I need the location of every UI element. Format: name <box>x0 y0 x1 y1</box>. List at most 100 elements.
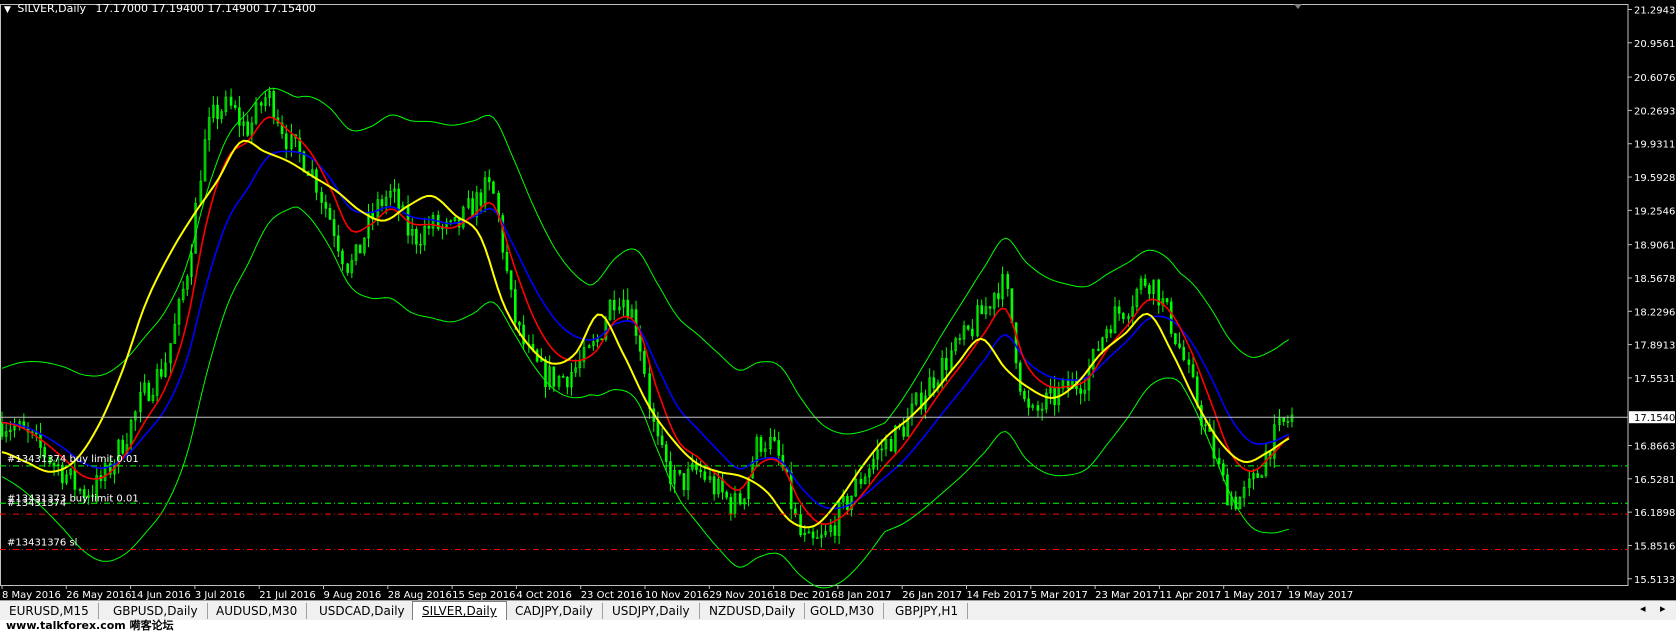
candle-body <box>1122 313 1125 320</box>
plot-frame <box>0 4 1629 586</box>
candle-body <box>233 105 237 108</box>
candle-body <box>682 473 686 490</box>
candle-body <box>1143 278 1147 286</box>
candle-body <box>1097 348 1100 351</box>
candle-body <box>328 208 332 220</box>
y-tick-label: 19.93110 <box>1634 140 1676 151</box>
candle-body <box>1282 417 1285 422</box>
candle-body <box>284 133 288 150</box>
y-tick-label: 19.59285 <box>1634 173 1676 184</box>
x-tick-label: 28 Aug 2016 <box>388 590 452 600</box>
candle-body <box>773 437 776 441</box>
y-tick-label: 18.56785 <box>1634 274 1676 285</box>
candle-body <box>513 289 517 323</box>
candle-body <box>759 437 763 452</box>
x-tick-label: 26 Jan 2017 <box>902 590 962 600</box>
chart-canvas[interactable]: #13431374 buy limit 0.01#13431373 buy li… <box>0 0 1676 600</box>
candle-body <box>945 357 948 371</box>
y-tick-label: 16.52810 <box>1634 475 1676 486</box>
candle-body <box>859 478 863 484</box>
tab-gbpjpy-h1[interactable]: GBPJPY,H1 <box>886 603 969 619</box>
tab-nzdusd-daily[interactable]: NZDUSD,Daily <box>700 603 806 619</box>
candle-body <box>1182 347 1186 361</box>
tab-gold-m30[interactable]: GOLD,M30 <box>801 603 885 619</box>
candle-body <box>799 514 802 536</box>
x-tick-label: 14 Jun 2016 <box>131 590 191 600</box>
candle-body <box>1006 274 1010 289</box>
y-tick-label: 20.95610 <box>1634 39 1676 50</box>
candle-body <box>1066 379 1070 390</box>
candle-body <box>544 359 547 388</box>
ma-blue-line <box>1 150 1290 510</box>
candle-body <box>811 531 815 539</box>
x-tick-label: 14 Feb 2017 <box>967 590 1029 600</box>
candle-body <box>324 202 328 209</box>
x-tick-label: 18 Dec 2016 <box>774 590 838 600</box>
candle-body <box>1217 457 1221 465</box>
scroll-right-icon[interactable]: ▸ <box>1660 602 1666 615</box>
candle-body <box>415 228 418 245</box>
candle-body <box>505 251 509 272</box>
footer-bar: www.talkforex.com 嗬客论坛 <box>0 619 1676 633</box>
price-chart[interactable]: #13431374 buy limit 0.01 #13431373 buy li… <box>0 0 1676 600</box>
y-tick-label: 20.60760 <box>1634 73 1676 84</box>
chart-tabs-bar: EURUSD,M15 GBPUSD,Daily AUDUSD,M30 USDCA… <box>0 600 1676 621</box>
ma-yellow-line <box>1 139 1290 529</box>
candle-body <box>997 293 1000 300</box>
x-tick-label: 1 May 2017 <box>1224 590 1283 600</box>
candle-body <box>1023 391 1026 400</box>
chart-shift-marker[interactable] <box>1294 4 1302 9</box>
candle-body <box>216 104 219 120</box>
y-tick-label: 15.51335 <box>1634 575 1676 586</box>
candle-body <box>509 270 513 290</box>
candle-body <box>259 102 263 106</box>
candle-body <box>738 493 742 505</box>
candle-body <box>656 421 660 437</box>
tab-usdcad-daily[interactable]: USDCAD,Daily <box>310 603 415 619</box>
candle-body <box>1178 343 1181 348</box>
x-tick-label: 23 Oct 2016 <box>581 590 643 600</box>
candle-body <box>643 351 646 374</box>
candle-body <box>932 377 936 389</box>
candle-body <box>1109 329 1113 334</box>
candle-body <box>320 191 323 203</box>
tab-silver-daily[interactable]: SILVER,Daily <box>412 601 507 621</box>
candle-body <box>1079 388 1082 394</box>
x-tick-label: 29 Nov 2016 <box>709 590 773 600</box>
candle-body <box>1027 398 1030 408</box>
candle-body <box>552 366 556 387</box>
ma-red-line <box>1 116 1290 526</box>
candle-body <box>246 121 250 136</box>
current-price-label: 17.15400 <box>1634 413 1676 424</box>
x-tick-label: 11 Apr 2017 <box>1159 590 1221 600</box>
tab-cadjpy-daily[interactable]: CADJPY,Daily <box>506 603 603 619</box>
tab-usdjpy-daily[interactable]: USDJPY,Daily <box>603 603 700 619</box>
scroll-left-icon[interactable]: ◂ <box>1640 602 1646 615</box>
candle-body <box>889 439 893 452</box>
candle-body <box>695 463 698 471</box>
candle-body <box>121 439 125 454</box>
candle-body <box>332 219 336 237</box>
candle-body <box>419 243 422 246</box>
triangle-down-icon[interactable]: ▼ <box>4 5 11 15</box>
candle-body <box>561 376 565 378</box>
chart-symbol: SILVER,Daily <box>17 2 87 15</box>
candle-body <box>73 468 77 490</box>
candle-body <box>1165 298 1169 303</box>
candle-body <box>566 376 569 388</box>
candle-body <box>346 263 349 273</box>
candle-body <box>725 491 728 498</box>
candle-body <box>777 440 781 456</box>
candle-body <box>648 373 651 410</box>
candle-body <box>678 470 682 474</box>
candle-body <box>1174 333 1177 345</box>
candle-body <box>971 328 974 337</box>
candle-body <box>729 496 733 514</box>
x-tick-label: 10 Nov 2016 <box>645 590 709 600</box>
candle-body <box>1018 362 1022 392</box>
candle-body <box>229 96 233 106</box>
candle-body <box>1014 322 1018 364</box>
tab-audusd-m30[interactable]: AUDUSD,M30 <box>207 603 308 619</box>
x-tick-label: 23 Mar 2017 <box>1095 590 1158 600</box>
candle-body <box>1053 387 1056 406</box>
